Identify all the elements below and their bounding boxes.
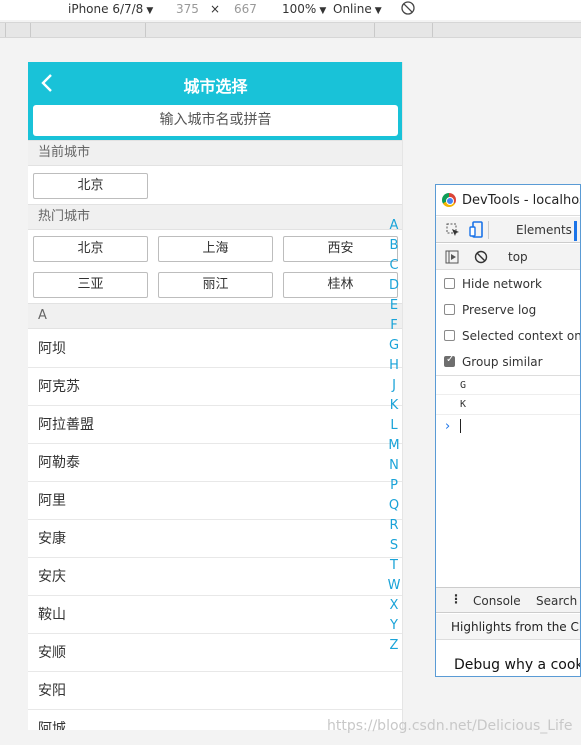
alpha-letter[interactable]: E: [385, 296, 403, 316]
device-toggle-icon[interactable]: [469, 221, 483, 239]
media-query-bar: [0, 22, 581, 38]
device-name: iPhone 6/7/8: [68, 2, 144, 16]
chrome-logo-icon: [442, 193, 456, 207]
alpha-letter[interactable]: F: [385, 316, 403, 336]
city-list-item[interactable]: 阿坝: [28, 330, 402, 368]
clear-console-icon[interactable]: [474, 250, 488, 264]
checkbox[interactable]: [444, 330, 455, 341]
section-letter-a: A: [28, 303, 402, 329]
city-list-item[interactable]: 阿拉善盟: [28, 406, 402, 444]
times-label: ×: [210, 2, 221, 16]
alpha-letter[interactable]: W: [385, 576, 403, 596]
hot-city-button[interactable]: 西安: [283, 236, 398, 262]
hot-city-button[interactable]: 北京: [33, 236, 148, 262]
alpha-letter[interactable]: X: [385, 596, 403, 616]
alpha-letter[interactable]: S: [385, 536, 403, 556]
option-preserve-log[interactable]: Preserve log: [444, 303, 536, 317]
checkbox[interactable]: [444, 304, 455, 315]
zoom-value: 100%: [282, 2, 317, 16]
alphabet-index: A B C D E F G H J K L M N P Q R S T W X …: [385, 216, 403, 656]
alpha-letter[interactable]: J: [385, 376, 403, 396]
console-toolbar: top: [436, 244, 580, 270]
city-list-item[interactable]: 安阳: [28, 672, 402, 710]
section-current-city: 当前城市: [28, 140, 402, 166]
caret-down-icon: ▼: [319, 6, 327, 16]
network-value: Online: [333, 2, 372, 16]
city-list-item[interactable]: 阿勒泰: [28, 444, 402, 482]
city-list-item[interactable]: 安康: [28, 520, 402, 558]
drawer-tabbar: ⋮ Console Search: [436, 587, 580, 613]
sidebar-toggle-icon[interactable]: [445, 250, 459, 264]
watermark: https://blog.csdn.net/Delicious_Life: [327, 718, 573, 734]
phone-viewport: 城市选择 输入城市名或拼音 当前城市 北京 热门城市 北京 上海 西安 三亚 丽…: [28, 62, 403, 730]
alpha-letter[interactable]: R: [385, 516, 403, 536]
alpha-letter[interactable]: Z: [385, 636, 403, 656]
alpha-letter[interactable]: G: [385, 336, 403, 356]
option-group-similar[interactable]: Group similar: [444, 354, 543, 369]
alpha-letter[interactable]: H: [385, 356, 403, 376]
alpha-letter[interactable]: M: [385, 436, 403, 456]
console-log-entry: G: [436, 375, 580, 395]
page-title: 城市选择: [183, 77, 248, 96]
search-input[interactable]: 输入城市名或拼音: [33, 105, 398, 136]
alpha-letter[interactable]: C: [385, 256, 403, 276]
tab-elements[interactable]: Elements: [516, 223, 572, 237]
alpha-letter[interactable]: B: [385, 236, 403, 256]
header: 城市选择 输入城市名或拼音: [28, 62, 402, 140]
console-input[interactable]: [460, 419, 461, 433]
caret-down-icon: ▼: [146, 6, 154, 16]
city-button[interactable]: 北京: [33, 173, 148, 199]
device-toolbar: iPhone 6/7/8 ▼ 375 × 667 100% ▼ Online ▼: [0, 0, 581, 20]
city-list-item[interactable]: 安庆: [28, 558, 402, 596]
devtools-titlebar: DevTools - localhost:: [436, 185, 580, 216]
alpha-letter[interactable]: L: [385, 416, 403, 436]
console-prompt-icon: ›: [445, 419, 451, 434]
alpha-letter[interactable]: P: [385, 476, 403, 496]
console-log-entry: K: [436, 395, 580, 415]
checkbox-checked[interactable]: [444, 354, 455, 367]
option-hide-network[interactable]: Hide network: [444, 277, 542, 291]
alpha-letter[interactable]: N: [385, 456, 403, 476]
city-list-item[interactable]: 鞍山: [28, 596, 402, 634]
city-list-item[interactable]: 阿克苏: [28, 368, 402, 406]
devtools-tabbar: Elements: [436, 217, 580, 243]
hot-city-button[interactable]: 丽江: [158, 272, 273, 298]
whats-new-item[interactable]: Debug why a cookie: [454, 657, 580, 673]
alpha-letter[interactable]: D: [385, 276, 403, 296]
hot-city-button[interactable]: 桂林: [283, 272, 398, 298]
zoom-select[interactable]: 100% ▼: [282, 2, 326, 16]
drawer-tab-console[interactable]: Console: [473, 594, 521, 608]
device-select[interactable]: iPhone 6/7/8 ▼: [68, 2, 153, 16]
whats-new-heading: Highlights from the Chro: [436, 614, 580, 640]
network-select[interactable]: Online ▼: [333, 2, 382, 16]
alpha-letter[interactable]: A: [385, 216, 403, 236]
drawer-tab-search[interactable]: Search: [536, 594, 577, 608]
checkbox[interactable]: [444, 278, 455, 289]
context-selector[interactable]: top: [508, 250, 528, 264]
hot-city-button[interactable]: 上海: [158, 236, 273, 262]
section-hot-city: 热门城市: [28, 204, 402, 230]
hot-city-button[interactable]: 三亚: [33, 272, 148, 298]
city-list-item[interactable]: 安顺: [28, 634, 402, 672]
active-tab-indicator: [574, 221, 577, 241]
alpha-letter[interactable]: T: [385, 556, 403, 576]
inspect-element-icon[interactable]: [446, 223, 460, 237]
option-selected-context[interactable]: Selected context only: [444, 329, 580, 343]
height-input[interactable]: 667: [234, 2, 257, 16]
caret-down-icon: ▼: [374, 6, 382, 16]
width-input[interactable]: 375: [176, 2, 199, 16]
more-tools-icon[interactable]: ⋮: [450, 592, 462, 606]
devtools-title: DevTools - localhost:: [462, 193, 580, 208]
alpha-letter[interactable]: Q: [385, 496, 403, 516]
devtools-window: DevTools - localhost: Elements top Hide …: [435, 184, 581, 677]
alpha-letter[interactable]: Y: [385, 616, 403, 636]
rotate-icon[interactable]: [401, 1, 415, 15]
alpha-letter[interactable]: K: [385, 396, 403, 416]
city-list-item[interactable]: 阿里: [28, 482, 402, 520]
